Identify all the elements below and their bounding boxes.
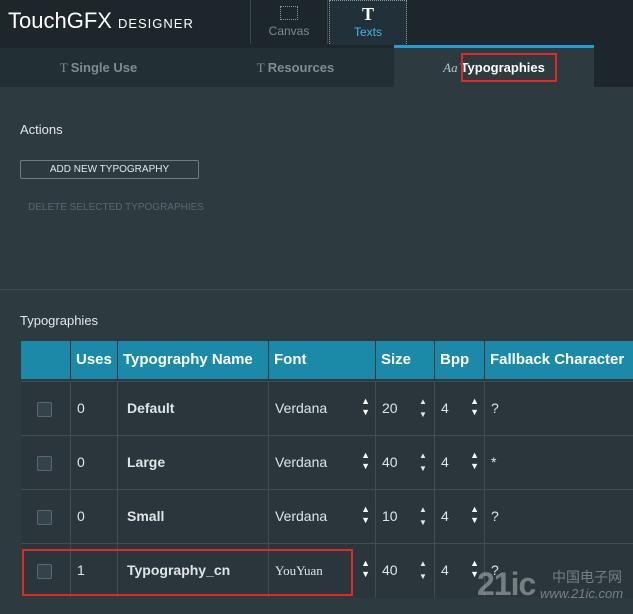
bpp-value: 4	[441, 400, 449, 416]
column-header-name[interactable]: Typography Name	[117, 341, 268, 379]
select-arrows-icon: ▲ ▼	[361, 450, 370, 471]
bpp-value: 4	[441, 454, 449, 470]
size-stepper[interactable]: 10 ▲ ▼	[375, 490, 434, 543]
add-typography-button[interactable]: ADD NEW TYPOGRAPHY	[20, 160, 199, 179]
section-divider	[0, 289, 633, 290]
size-value: 40	[382, 562, 398, 578]
typographies-title: Typographies	[20, 313, 99, 328]
size-value: 40	[382, 454, 398, 470]
watermark-logo: 21ic	[477, 566, 536, 602]
font-select[interactable]: Verdana ▲ ▼	[268, 490, 375, 543]
tab-resources[interactable]: T Resources	[197, 48, 394, 87]
typography-icon: Aa	[443, 60, 458, 75]
size-value: 10	[382, 508, 398, 524]
tab-single-use[interactable]: T Single Use	[0, 48, 197, 87]
size-stepper[interactable]: 40 ▲ ▼	[375, 544, 434, 597]
name-cell[interactable]: Small	[117, 490, 268, 543]
delete-typographies-button[interactable]: DELETE SELECTED TYPOGRAPHIES	[28, 202, 204, 213]
fallback-cell[interactable]: ?	[484, 382, 633, 435]
tab-resources-label: Resources	[267, 60, 335, 75]
select-arrows-icon: ▲ ▼	[470, 396, 479, 417]
bpp-select[interactable]: 4 ▲ ▼	[434, 382, 484, 435]
size-stepper[interactable]: 40 ▲ ▼	[375, 436, 434, 489]
logo-text: TouchGFX	[8, 8, 112, 33]
column-header-fallback[interactable]: Fallback Character	[484, 341, 633, 379]
size-value: 20	[382, 400, 398, 416]
font-value: Verdana	[275, 508, 328, 524]
canvas-icon	[280, 6, 298, 20]
column-header-font[interactable]: Font	[268, 341, 375, 379]
table-row[interactable]: 0 Small Verdana ▲ ▼ 10 ▲ ▼ 4 ▲ ▼ ?	[21, 489, 633, 543]
column-header-uses[interactable]: Uses	[70, 341, 117, 379]
top-bar: TouchGFX DESIGNER Canvas T Texts	[0, 0, 633, 46]
select-arrows-icon: ▲ ▼	[361, 558, 370, 579]
bpp-value: 4	[441, 508, 449, 524]
texts-mode-label: Texts	[353, 25, 382, 39]
font-select[interactable]: Verdana ▲ ▼	[268, 436, 375, 489]
stepper-arrows-icon[interactable]: ▲ ▼	[418, 503, 428, 531]
row-checkbox[interactable]	[37, 402, 52, 417]
select-arrows-icon: ▲ ▼	[361, 396, 370, 417]
stepper-arrows-icon[interactable]: ▲ ▼	[418, 449, 428, 477]
table-row[interactable]: 0 Default Verdana ▲ ▼ 20 ▲ ▼ 4 ▲ ▼ ?	[21, 381, 633, 435]
tab-single-use-label: Single Use	[70, 60, 138, 75]
bpp-select[interactable]: 4 ▲ ▼	[434, 490, 484, 543]
uses-cell: 0	[70, 490, 117, 543]
app-logo: TouchGFX DESIGNER	[8, 8, 194, 36]
text-icon: T	[59, 60, 68, 75]
table-row[interactable]: 0 Large Verdana ▲ ▼ 40 ▲ ▼ 4 ▲ ▼ *	[21, 435, 633, 489]
resources-icon: T	[256, 60, 265, 75]
canvas-mode-label: Canvas	[268, 24, 310, 38]
font-value: Verdana	[275, 454, 328, 470]
font-value: Verdana	[275, 400, 328, 416]
select-arrows-icon: ▲ ▼	[470, 450, 479, 471]
name-cell[interactable]: Default	[117, 382, 268, 435]
watermark-cn-text: 中国电子网	[552, 569, 622, 585]
select-column-header	[21, 341, 70, 379]
column-header-size[interactable]: Size	[375, 341, 434, 379]
fallback-cell[interactable]: *	[484, 436, 633, 489]
logo-subtext: DESIGNER	[117, 16, 194, 31]
row-checkbox[interactable]	[37, 456, 52, 471]
size-stepper[interactable]: 20 ▲ ▼	[375, 382, 434, 435]
row-checkbox[interactable]	[37, 510, 52, 525]
select-arrows-icon: ▲ ▼	[361, 504, 370, 525]
highlight-box-tab	[461, 53, 557, 82]
watermark-url: www.21ic.com	[540, 586, 624, 601]
fallback-cell[interactable]: ?	[484, 490, 633, 543]
font-select[interactable]: Verdana ▲ ▼	[268, 382, 375, 435]
uses-cell: 0	[70, 436, 117, 489]
texts-mode-button[interactable]: T Texts	[329, 0, 407, 46]
table-header: Uses Typography Name Font Size Bpp Fallb…	[21, 341, 633, 379]
stepper-arrows-icon[interactable]: ▲ ▼	[418, 557, 428, 585]
stepper-arrows-icon[interactable]: ▲ ▼	[418, 395, 428, 423]
uses-cell: 0	[70, 382, 117, 435]
select-arrows-icon: ▲ ▼	[470, 504, 479, 525]
highlight-box-row	[22, 549, 353, 596]
column-header-bpp[interactable]: Bpp	[434, 341, 484, 379]
text-icon: T	[361, 4, 374, 24]
bpp-value: 4	[441, 562, 449, 578]
actions-title: Actions	[20, 122, 63, 137]
bpp-select[interactable]: 4 ▲ ▼	[434, 436, 484, 489]
name-cell[interactable]: Large	[117, 436, 268, 489]
canvas-mode-button[interactable]: Canvas	[250, 0, 328, 44]
